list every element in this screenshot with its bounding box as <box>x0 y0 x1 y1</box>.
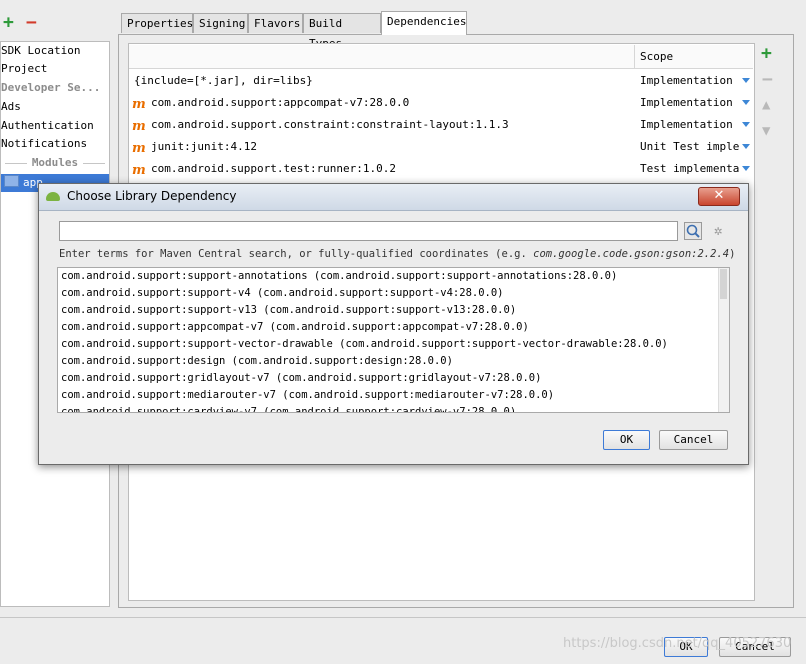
dependency-name: com.android.support.constraint:constrain… <box>151 118 509 131</box>
column-divider <box>634 45 635 68</box>
sidebar-item-ads[interactable]: Ads <box>1 98 109 116</box>
sidebar-item-notifications[interactable]: Notifications <box>1 135 109 153</box>
list-item[interactable]: com.android.support:support-v13 (com.and… <box>61 302 516 319</box>
results-scrollbar[interactable] <box>718 268 729 412</box>
dependency-scope: Implementation <box>640 74 733 87</box>
tab-flavors[interactable]: Flavors <box>248 13 303 33</box>
sidebar-item-project[interactable]: Project <box>1 60 109 78</box>
move-up-icon[interactable]: ▲ <box>762 98 770 112</box>
scope-dropdown-icon[interactable] <box>742 122 750 127</box>
table-row[interactable]: {include=[*.jar], dir=libs} Implementati… <box>129 70 753 92</box>
choose-library-dialog: Choose Library Dependency ✕ ✲ Enter term… <box>38 183 749 465</box>
scope-dropdown-icon[interactable] <box>742 144 750 149</box>
dependency-scope: Unit Test imple... <box>640 140 740 153</box>
library-search-input[interactable] <box>59 221 678 241</box>
maven-icon: m <box>132 163 146 178</box>
dependency-scope: Test implementa... <box>640 162 740 175</box>
table-row[interactable]: m com.android.support:appcompat-v7:28.0.… <box>129 92 753 114</box>
dependency-name: com.android.support.test:runner:1.0.2 <box>151 162 397 175</box>
list-item[interactable]: com.android.support:cardview-v7 (com.and… <box>61 404 516 412</box>
search-icon[interactable] <box>684 222 702 240</box>
add-module-icon[interactable]: + <box>3 14 14 32</box>
module-folder-icon <box>4 175 19 187</box>
dependency-scope: Implementation <box>640 118 733 131</box>
dialog-cancel-button[interactable]: Cancel <box>659 430 728 450</box>
search-hint: Enter terms for Maven Central search, or… <box>59 248 736 260</box>
table-row[interactable]: m com.android.support.constraint:constra… <box>129 114 753 136</box>
scrollbar-thumb[interactable] <box>720 269 727 299</box>
tab-dependencies[interactable]: Dependencies <box>381 11 467 35</box>
watermark: https://blog.csdn.net/qq_40527630 <box>563 636 792 651</box>
list-item[interactable]: com.android.support:appcompat-v7 (com.an… <box>61 319 529 336</box>
maven-icon: m <box>132 119 146 134</box>
scope-dropdown-icon[interactable] <box>742 166 750 171</box>
search-results-list[interactable]: com.android.support:support-annotations … <box>57 267 730 413</box>
dependency-scope: Implementation <box>640 96 733 109</box>
remove-dependency-icon[interactable]: − <box>762 71 773 89</box>
add-dependency-icon[interactable]: + <box>761 45 772 63</box>
tab-signing[interactable]: Signing <box>193 13 248 33</box>
list-item[interactable]: com.android.support:gridlayout-v7 (com.a… <box>61 370 541 387</box>
tab-build-types[interactable]: Build Types <box>303 13 381 50</box>
loading-spinner-icon: ✲ <box>714 223 723 239</box>
maven-icon: m <box>132 97 146 112</box>
list-item[interactable]: com.android.support:design (com.android.… <box>61 353 453 370</box>
list-item[interactable]: com.android.support:support-v4 (com.andr… <box>61 285 504 302</box>
dependency-name: junit:junit:4.12 <box>151 140 257 153</box>
dialog-ok-button[interactable]: OK <box>603 430 650 450</box>
close-icon[interactable]: ✕ <box>698 187 740 206</box>
table-row[interactable]: m com.android.support.test:runner:1.0.2 … <box>129 158 753 180</box>
dependency-name: {include=[*.jar], dir=libs} <box>134 74 313 87</box>
dependency-name: com.android.support:appcompat-v7:28.0.0 <box>151 96 410 109</box>
dialog-titlebar[interactable]: Choose Library Dependency ✕ <box>39 184 748 211</box>
sidebar-item-developer-services: Developer Se... <box>1 81 101 94</box>
sidebar-section-modules: Modules <box>1 154 109 172</box>
tab-properties[interactable]: Properties <box>121 13 193 33</box>
sidebar-item-authentication[interactable]: Authentication <box>1 117 109 135</box>
dialog-title: Choose Library Dependency <box>67 189 237 203</box>
move-down-icon[interactable]: ▼ <box>762 124 770 138</box>
maven-icon: m <box>132 141 146 156</box>
table-row[interactable]: m junit:junit:4.12 Unit Test imple... <box>129 136 753 158</box>
sidebar-item-sdk-location[interactable]: SDK Location <box>1 42 109 60</box>
scope-dropdown-icon[interactable] <box>742 100 750 105</box>
android-icon <box>46 192 60 201</box>
list-item[interactable]: com.android.support:support-annotations … <box>61 268 617 285</box>
scope-header: Scope <box>640 50 674 63</box>
list-item[interactable]: com.android.support:mediarouter-v7 (com.… <box>61 387 554 404</box>
scope-dropdown-icon[interactable] <box>742 78 750 83</box>
list-item[interactable]: com.android.support:support-vector-drawa… <box>61 336 668 353</box>
remove-module-icon[interactable]: − <box>26 14 37 32</box>
